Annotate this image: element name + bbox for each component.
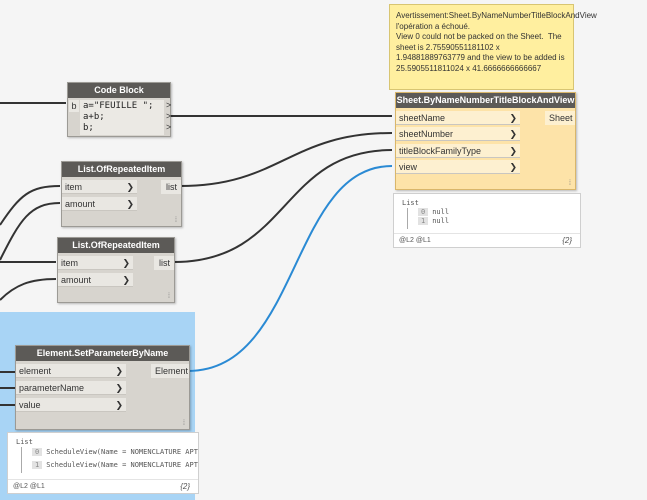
node-title: Sheet.ByNameNumberTitleBlockAndView xyxy=(396,93,575,108)
output-port-element[interactable]: Element xyxy=(151,364,189,378)
chevron-right-icon: ❯ xyxy=(115,383,123,393)
preview-count: {2} xyxy=(180,482,190,491)
node-title: Element.SetParameterByName xyxy=(16,346,189,361)
output-port[interactable]: > xyxy=(166,100,176,111)
output-port[interactable]: > xyxy=(166,111,176,122)
list-of-repeated-item-node[interactable]: List.OfRepeatedItem item ❯ amount ❯ list… xyxy=(61,161,182,227)
preview-list-item: 0 null xyxy=(418,208,449,216)
port-label: parameterName xyxy=(19,383,85,393)
resize-grip-icon[interactable]: ⁞ xyxy=(168,293,170,300)
item-value: null xyxy=(432,208,450,216)
preview-list-item: 1 null xyxy=(418,217,449,225)
resize-grip-icon[interactable]: ⁞ xyxy=(175,217,177,224)
port-label: titleBlockFamilyType xyxy=(399,146,482,156)
port-label: view xyxy=(399,162,418,172)
input-port-b[interactable]: b xyxy=(69,100,79,112)
input-port-value[interactable]: value ❯ xyxy=(16,398,126,412)
chevron-right-icon: ❯ xyxy=(126,199,134,209)
chevron-right-icon: ❯ xyxy=(509,146,517,156)
preview-count: {2} xyxy=(562,236,572,245)
element-preview-bubble[interactable]: List 0 ScheduleView(Name = NOMENCLATURE A… xyxy=(7,432,199,494)
preview-list-item: 0 ScheduleView(Name = NOMENCLATURE APT: xyxy=(32,448,199,456)
element-set-parameter-node[interactable]: Element.SetParameterByName element ❯ par… xyxy=(15,345,190,430)
node-title: List.OfRepeatedItem xyxy=(58,238,174,253)
preview-tree-line xyxy=(407,208,408,229)
node-title: List.OfRepeatedItem xyxy=(62,162,181,177)
item-value: ScheduleView(Name = NOMENCLATURE APT: xyxy=(46,461,199,469)
input-port-titleblockfamilytype[interactable]: titleBlockFamilyType ❯ xyxy=(396,144,520,158)
resize-grip-icon[interactable]: ⁞ xyxy=(569,180,571,187)
wire-repeat2-to-titleblock[interactable] xyxy=(173,149,393,263)
node-title: Code Block xyxy=(68,83,170,98)
item-index: 1 xyxy=(418,217,429,225)
warning-tooltip: Avertissement:Sheet.ByNameNumberTitleBlo… xyxy=(389,4,597,90)
chevron-right-icon: ❯ xyxy=(115,366,123,376)
port-label: sheetName xyxy=(399,113,446,123)
port-label: item xyxy=(61,258,79,268)
item-index: 0 xyxy=(32,448,43,456)
wire-left-to-repeat2-amount[interactable] xyxy=(0,278,57,301)
preview-tree-line xyxy=(21,447,22,473)
preview-list-item: 1 ScheduleView(Name = NOMENCLATURE APT: xyxy=(32,461,199,469)
input-port-sheetnumber[interactable]: sheetNumber ❯ xyxy=(396,127,520,141)
list-of-repeated-item-node[interactable]: List.OfRepeatedItem item ❯ amount ❯ list… xyxy=(57,237,175,303)
code-line: b; xyxy=(83,123,94,133)
output-ports[interactable]: > > > xyxy=(166,100,176,133)
input-port-item[interactable]: item ❯ xyxy=(58,256,133,270)
item-index: 0 xyxy=(418,208,429,216)
item-index: 1 xyxy=(32,461,43,469)
chevron-right-icon: ❯ xyxy=(122,275,130,285)
port-label: amount xyxy=(61,275,92,285)
output-port[interactable]: > xyxy=(166,122,176,133)
sheet-by-name-number-node[interactable]: Sheet.ByNameNumberTitleBlockAndView shee… xyxy=(395,92,576,190)
chevron-right-icon: ❯ xyxy=(509,162,517,172)
output-port-sheet[interactable]: Sheet xyxy=(545,111,575,125)
input-port-parametername[interactable]: parameterName ❯ xyxy=(16,381,126,395)
item-value: null xyxy=(432,217,450,225)
wire-left-to-repeat1-amount[interactable] xyxy=(0,202,61,261)
item-value: ScheduleView(Name = NOMENCLATURE APT: xyxy=(46,448,199,456)
preview-levels: @L2 @L1 xyxy=(394,233,580,247)
resize-grip-icon[interactable]: ⁞ xyxy=(183,420,185,427)
chevron-right-icon: ❯ xyxy=(509,129,517,139)
code-line: a="FEUILLE "; xyxy=(83,101,154,111)
output-port-list[interactable]: list xyxy=(161,180,181,194)
sheet-preview-bubble[interactable]: List 0 null 1 null @L2 @L1 {2} xyxy=(393,193,581,248)
warning-text: Avertissement:Sheet.ByNameNumberTitleBlo… xyxy=(396,11,597,73)
input-port-amount[interactable]: amount ❯ xyxy=(58,273,133,287)
input-port-view[interactable]: view ❯ xyxy=(396,160,520,174)
port-label: amount xyxy=(65,199,96,209)
port-label: sheetNumber xyxy=(399,129,454,139)
chevron-right-icon: ❯ xyxy=(122,258,130,268)
wire-left-to-repeat1-item[interactable] xyxy=(0,185,61,226)
output-port-list[interactable]: list xyxy=(154,256,174,270)
wire-setparam-to-view[interactable] xyxy=(187,165,393,372)
code-editor[interactable]: a="FEUILLE "; a+b; b; xyxy=(80,100,164,135)
code-block-node[interactable]: Code Block b a="FEUILLE "; a+b; b; > > > xyxy=(67,82,171,137)
port-label: element xyxy=(19,366,52,376)
input-port-item[interactable]: item ❯ xyxy=(62,180,137,194)
code-line: a+b; xyxy=(83,112,105,122)
chevron-right-icon: ❯ xyxy=(115,400,123,410)
port-label: value xyxy=(19,400,41,410)
input-port-sheetname[interactable]: sheetName ❯ xyxy=(396,111,520,125)
preview-list-title: List xyxy=(402,199,419,207)
preview-list-title: List xyxy=(16,438,33,446)
wire-repeat1-to-sheetnumber[interactable] xyxy=(179,132,393,187)
chevron-right-icon: ❯ xyxy=(509,113,517,123)
port-label: item xyxy=(65,182,83,192)
chevron-right-icon: ❯ xyxy=(126,182,134,192)
preview-levels: @L2 @L1 xyxy=(8,479,198,493)
input-port-amount[interactable]: amount ❯ xyxy=(62,197,137,211)
input-port-element[interactable]: element ❯ xyxy=(16,364,126,378)
